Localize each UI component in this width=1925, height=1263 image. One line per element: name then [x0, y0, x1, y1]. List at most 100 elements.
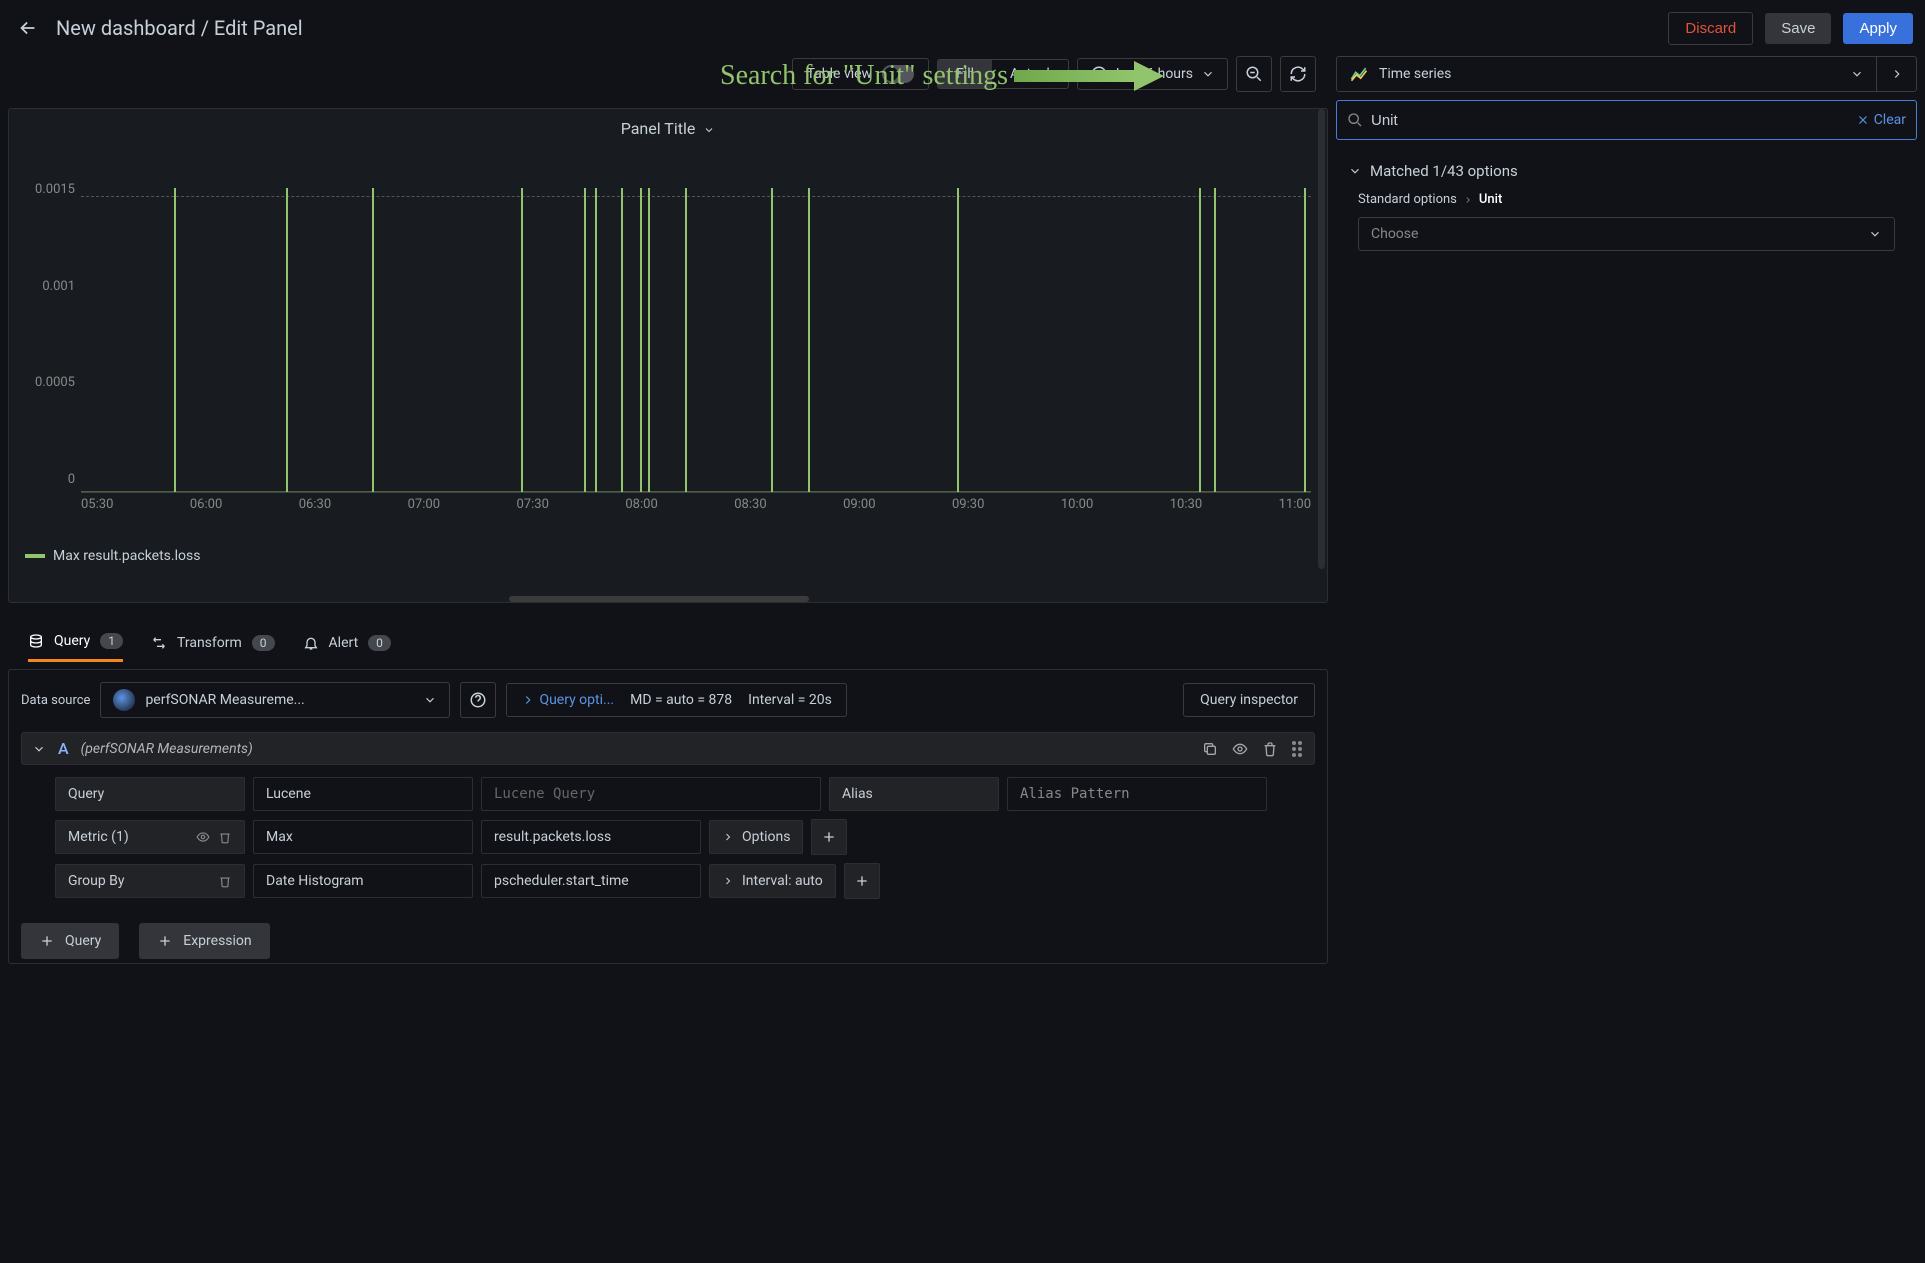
query-editor-panel: Data source perfSONAR Measureme... Query… [8, 669, 1328, 964]
datasource-label: Data source [21, 693, 90, 708]
back-arrow-icon[interactable] [12, 12, 44, 44]
trash-icon[interactable] [1262, 741, 1278, 757]
query-type-select[interactable]: Lucene [253, 777, 473, 811]
trash-icon[interactable] [218, 830, 232, 844]
options-pane-collapse[interactable] [1876, 57, 1916, 91]
query-options-expand[interactable]: Query opti... MD = auto = 878 Interval =… [506, 683, 846, 717]
tab-alert-count: 0 [368, 635, 391, 651]
chevron-down-icon[interactable] [32, 742, 46, 756]
option-breadcrumb[interactable]: Standard options Unit [1340, 186, 1913, 213]
visualization-picker[interactable]: Time series [1336, 56, 1917, 92]
search-icon [1347, 112, 1363, 128]
legend-label: Max result.packets.loss [53, 548, 200, 564]
metric-field-label: Metric (1) [55, 820, 245, 854]
query-letter: A [58, 739, 69, 758]
query-options-label: Query opti... [539, 692, 614, 708]
discard-button[interactable]: Discard [1668, 12, 1753, 45]
question-icon [469, 691, 487, 709]
metric-field-select[interactable]: result.packets.loss [481, 820, 701, 854]
lucene-query-input[interactable]: Lucene Query [481, 777, 821, 811]
x-axis: 05:3006:0006:3007:0007:3008:0008:3009:00… [81, 493, 1311, 512]
apply-button[interactable]: Apply [1843, 13, 1913, 44]
options-search-input[interactable] [1371, 112, 1848, 129]
chart-icon [1349, 64, 1369, 84]
panel-preview: Panel Title 0.0015 0.001 0.0005 0 05:300… [8, 108, 1328, 603]
fill-mode-button[interactable]: Fill [938, 60, 992, 88]
visualization-type-label: Time series [1379, 66, 1840, 82]
refresh-button[interactable] [1280, 56, 1316, 92]
chevron-right-icon [1890, 67, 1904, 81]
plus-icon [854, 873, 870, 889]
panel-title[interactable]: Panel Title [621, 119, 696, 138]
chevron-down-icon[interactable] [703, 124, 715, 136]
chevron-down-icon [1201, 67, 1215, 81]
query-a-header[interactable]: A (perfSONAR Measurements) [21, 732, 1315, 765]
breadcrumb-parent: Standard options [1358, 192, 1457, 207]
chevron-right-icon [521, 693, 535, 707]
trash-icon[interactable] [218, 874, 232, 888]
chevron-right-icon [722, 875, 734, 887]
query-options-interval: Interval = 20s [748, 692, 832, 708]
query-inspector-button[interactable]: Query inspector [1183, 683, 1315, 717]
unit-select[interactable]: Choose [1358, 217, 1895, 251]
breadcrumb-leaf: Unit [1479, 192, 1502, 207]
datasource-help-button[interactable] [460, 682, 496, 718]
unit-select-placeholder: Choose [1371, 226, 1418, 242]
clock-icon [1090, 65, 1108, 83]
alias-field-label: Alias [829, 777, 999, 811]
table-view-label: Table view [807, 66, 873, 82]
query-options-md: MD = auto = 878 [630, 692, 732, 708]
plus-icon [157, 933, 173, 949]
groupby-agg-select[interactable]: Date Histogram [253, 864, 473, 898]
groupby-interval-expand[interactable]: Interval: auto [709, 864, 836, 898]
groupby-field-label: Group By [55, 864, 245, 898]
plus-icon [821, 829, 837, 845]
alias-input[interactable]: Alias Pattern [1007, 777, 1267, 811]
options-search-box[interactable]: Clear [1336, 100, 1917, 140]
tab-transform[interactable]: Transform 0 [151, 635, 275, 661]
table-view-toggle[interactable]: Table view [792, 58, 930, 90]
tab-query-label: Query [54, 633, 90, 649]
add-expression-button[interactable]: Expression [139, 923, 269, 959]
datasource-select[interactable]: perfSONAR Measureme... [100, 682, 450, 718]
add-metric-button[interactable] [811, 819, 847, 855]
actual-mode-button[interactable]: Actual [992, 60, 1068, 88]
tab-query[interactable]: Query 1 [28, 633, 123, 662]
database-icon [28, 633, 44, 649]
groupby-field-select[interactable]: pscheduler.start_time [481, 864, 701, 898]
datasource-logo-icon [113, 689, 135, 711]
legend-swatch [25, 554, 45, 558]
tab-alert-label: Alert [329, 635, 359, 651]
bell-icon [303, 635, 319, 651]
tab-query-count: 1 [100, 633, 123, 649]
metric-options-expand[interactable]: Options [709, 820, 803, 854]
vertical-scrollbar[interactable] [1318, 109, 1325, 569]
tab-transform-count: 0 [252, 635, 275, 651]
eye-icon[interactable] [1232, 741, 1248, 757]
drag-handle-icon[interactable] [1292, 741, 1304, 757]
add-query-button[interactable]: Query [21, 923, 119, 959]
eye-icon[interactable] [196, 830, 210, 844]
chart-plot-area[interactable] [81, 148, 1311, 493]
save-button[interactable]: Save [1765, 13, 1831, 44]
chevron-down-icon [1850, 67, 1864, 81]
tab-transform-label: Transform [177, 635, 242, 651]
chevron-down-icon [1868, 227, 1882, 241]
tab-alert[interactable]: Alert 0 [303, 635, 391, 661]
zoom-out-icon [1245, 65, 1263, 83]
search-clear-button[interactable]: Clear [1856, 112, 1906, 128]
horizontal-scrollbar[interactable] [509, 596, 809, 602]
chevron-down-icon [1348, 164, 1362, 178]
matched-options-header[interactable]: Matched 1/43 options [1340, 156, 1913, 186]
toggle-switch[interactable] [882, 65, 914, 83]
datasource-name: perfSONAR Measureme... [145, 692, 413, 708]
refresh-icon [1289, 65, 1307, 83]
chevron-down-icon [423, 693, 437, 707]
chart-legend[interactable]: Max result.packets.loss [9, 542, 1327, 570]
time-range-picker[interactable]: Last 6 hours [1077, 58, 1228, 90]
transform-icon [151, 635, 167, 651]
metric-agg-select[interactable]: Max [253, 820, 473, 854]
add-groupby-button[interactable] [844, 863, 880, 899]
copy-icon[interactable] [1202, 741, 1218, 757]
zoom-out-button[interactable] [1236, 56, 1272, 92]
